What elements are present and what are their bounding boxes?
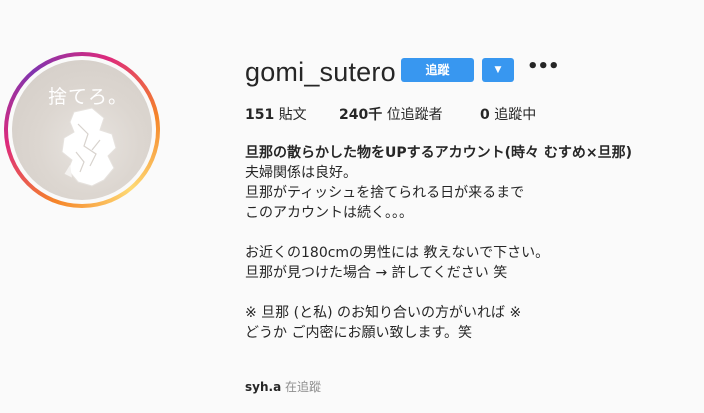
profile-full-name: 旦那の散らかした物をUPするアカウント(時々 むすめ×旦那) (245, 145, 633, 161)
stat-following[interactable]: 0 追蹤中 (480, 105, 536, 125)
posts-count: 151 (245, 107, 275, 123)
avatar[interactable]: 捨てろ。 (12, 60, 152, 200)
username: gomi_sutero (245, 57, 396, 87)
followed-by-label: 在追蹤 (285, 380, 322, 394)
followers-label: 位追蹤者 (386, 107, 443, 123)
stat-followers[interactable]: 240千 位追蹤者 (339, 105, 443, 125)
followers-count: 240千 (339, 107, 383, 123)
suggestions-dropdown-button[interactable]: ▼ (482, 58, 514, 82)
bio-line: 旦那が見つけた場合 → 許してください 笑 (245, 265, 508, 281)
bio-line: ※ 旦那 (と私) のお知り合いの方がいれば ※ (245, 305, 522, 321)
bio-line: 夫婦関係は良好。 (245, 165, 357, 181)
posts-label: 貼文 (278, 107, 307, 123)
followed-by-user[interactable]: syh.a (245, 380, 281, 394)
stat-posts: 151 貼文 (245, 105, 307, 125)
bio-line: このアカウントは続く。。。 (245, 205, 413, 221)
ellipsis-icon: ••• (527, 56, 560, 77)
more-options-button[interactable]: ••• (527, 56, 560, 80)
follow-button[interactable]: 追蹤 (401, 58, 474, 82)
bio-line: 旦那がティッシュを捨てられる日が来るまで (245, 185, 525, 201)
profile-bio: 旦那の散らかした物をUPするアカウント(時々 むすめ×旦那) 夫婦関係は良好。 … (245, 143, 695, 343)
profile-avatar-ring[interactable]: 捨てろ。 (4, 52, 160, 208)
bio-spacer (245, 283, 695, 303)
bio-line: お近くの180cmの男性には 教えないで下さい。 (245, 245, 550, 261)
followed-by[interactable]: syh.a 在追蹤 (245, 378, 321, 395)
bio-spacer (245, 223, 695, 243)
following-label: 追蹤中 (494, 107, 537, 123)
chevron-down-icon: ▼ (494, 65, 502, 75)
tissue-image (61, 107, 117, 187)
following-count: 0 (480, 107, 490, 123)
avatar-frame: 捨てろ。 (8, 56, 156, 204)
bio-line: どうか ご内密にお願い致します。笑 (245, 325, 473, 341)
